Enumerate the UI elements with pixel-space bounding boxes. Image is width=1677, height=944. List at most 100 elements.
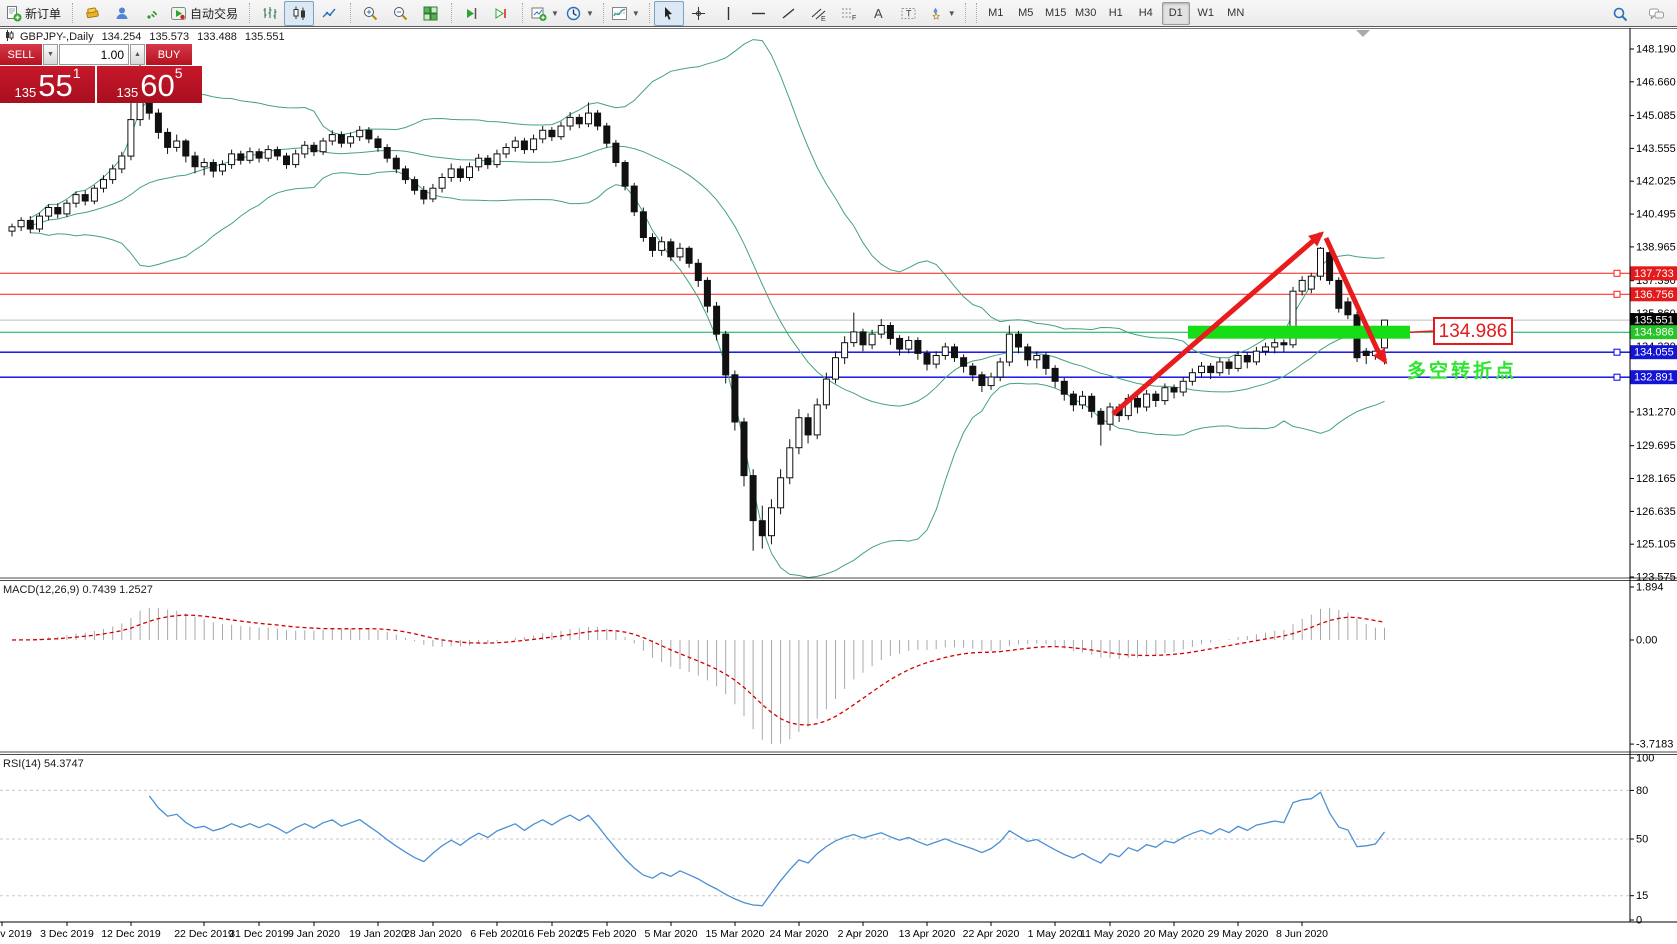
mini-candle-icon	[5, 30, 14, 44]
svg-text:13 Apr 2020: 13 Apr 2020	[899, 928, 956, 940]
indicator-box-icon	[611, 6, 627, 20]
ask-price-panel[interactable]: 135 60 5	[97, 66, 202, 103]
svg-text:126.635: 126.635	[1636, 506, 1676, 518]
dropdown-arrow-icon[interactable]: ▼	[586, 9, 594, 18]
ask-price-pip: 5	[174, 65, 183, 81]
timeframe-button-mn[interactable]: MN	[1222, 2, 1250, 25]
dropdown-arrow-icon[interactable]: ▼	[632, 9, 640, 18]
trendline-button[interactable]	[774, 1, 804, 26]
svg-text:134.986: 134.986	[1634, 327, 1674, 339]
svg-text:11 May 2020: 11 May 2020	[1080, 928, 1140, 940]
turning-point-note[interactable]: 多空转折点	[1407, 359, 1517, 382]
timeframe-button-d1[interactable]: D1	[1161, 1, 1190, 25]
timeframe-button-m30[interactable]: M30	[1072, 2, 1100, 25]
vline-button[interactable]	[714, 1, 744, 26]
toolbar-separator	[447, 3, 453, 23]
svg-text:16 Feb 2020: 16 Feb 2020	[523, 928, 582, 940]
svg-text:50: 50	[1636, 834, 1648, 846]
hline-button[interactable]	[744, 1, 774, 26]
market-button[interactable]	[77, 1, 107, 26]
fibonacci-button[interactable]: F	[834, 1, 864, 26]
timeframe-button-h4[interactable]: H4	[1132, 2, 1160, 25]
auto-scroll-button[interactable]	[486, 1, 516, 26]
timeframe-button-m15[interactable]: M15	[1042, 2, 1070, 25]
signals-button[interactable]	[137, 1, 167, 26]
dropdown-arrow-icon[interactable]: ▼	[551, 9, 559, 18]
auto-trading-button[interactable]: 自动交易	[167, 1, 243, 26]
svg-text:100: 100	[1636, 753, 1654, 765]
tile-windows-button[interactable]	[415, 1, 445, 26]
ask-price-base: 135	[116, 85, 139, 100]
zoom-out-button[interactable]	[385, 1, 415, 26]
svg-text:24 Nov 2019: 24 Nov 2019	[0, 928, 32, 940]
doc-plus-icon	[7, 5, 22, 21]
vline-icon	[728, 6, 730, 20]
support-zone-bar[interactable]	[1188, 325, 1410, 339]
cursor-button[interactable]	[653, 0, 684, 26]
volume-decrease-button[interactable]: ▼	[43, 44, 58, 65]
svg-text:-3.7183: -3.7183	[1636, 739, 1673, 751]
svg-text:128.165: 128.165	[1636, 473, 1676, 485]
shift-chart-button[interactable]	[456, 1, 486, 26]
label-button[interactable]: T	[894, 1, 924, 26]
timeframe-button-h1[interactable]: H1	[1102, 2, 1130, 25]
svg-text:15: 15	[1636, 890, 1648, 902]
new-chart-icon	[531, 7, 547, 21]
volume-increase-button[interactable]: ▲	[130, 44, 145, 65]
toolbar-separator	[961, 3, 966, 23]
timeframe-button-m1[interactable]: M1	[982, 2, 1010, 25]
hline-icon	[752, 12, 766, 14]
zoom-out-icon	[393, 6, 407, 20]
autotrade-icon	[171, 6, 187, 20]
bid-price-base: 135	[14, 85, 37, 100]
dropdown-arrow-icon[interactable]: ▼	[948, 9, 956, 18]
toolbar-buttons: 新订单 自动交易 ▼ ▼ ▼ E F A T ▼	[2, 0, 970, 26]
sell-button[interactable]: SELL	[0, 44, 42, 65]
svg-text:136.756: 136.756	[1634, 289, 1674, 301]
chart-area[interactable]: 134.986 多空转折点 1.894 0.00 -3.7183 100 80 50 15 0 14…	[0, 28, 1677, 944]
ohlc-open: 134.254	[101, 31, 142, 43]
auto-trading-button-label: 自动交易	[190, 6, 239, 21]
candle-chart-button[interactable]	[284, 0, 315, 26]
shift-chart-icon	[466, 7, 476, 19]
new-order-button[interactable]: 新订单	[2, 1, 66, 26]
buy-button[interactable]: BUY	[146, 44, 192, 65]
svg-text:F: F	[852, 15, 856, 22]
crosshair-button[interactable]	[684, 1, 714, 26]
svg-text:A: A	[874, 6, 883, 21]
bid-price-panel[interactable]: 135 55 1	[0, 66, 97, 103]
shapes-icon	[932, 7, 940, 20]
zoom-in-icon	[363, 6, 377, 20]
search-button[interactable]	[1605, 2, 1635, 27]
indicators-button[interactable]: ▼	[608, 1, 643, 26]
fibo-icon: F	[842, 8, 857, 22]
svg-text:0: 0	[1636, 915, 1642, 927]
toolbar-separator	[518, 3, 524, 23]
timeframe-button-m5[interactable]: M5	[1012, 2, 1040, 25]
svg-text:134.055: 134.055	[1634, 347, 1674, 359]
timeframe-button-w1[interactable]: W1	[1192, 2, 1220, 25]
line-chart-button[interactable]	[314, 1, 344, 26]
svg-text:28 Jan 2020: 28 Jan 2020	[404, 928, 462, 940]
macd-indicator-label: MACD(12,26,9) 0.7439 1.2527	[3, 584, 153, 596]
new-chart-button[interactable]: ▼	[527, 1, 562, 26]
volume-input[interactable]: 1.00	[59, 44, 129, 65]
text-button[interactable]: A	[864, 1, 894, 26]
bar-chart-button[interactable]	[254, 1, 284, 26]
price-chart[interactable]: 134.986多空转折点1.8940.00-3.7183100805015014…	[0, 28, 1677, 944]
shapes-button[interactable]: ▼	[924, 1, 959, 26]
channel-icon: E	[811, 8, 826, 22]
chat-button[interactable]	[1641, 2, 1671, 27]
main-toolbar: 新订单 自动交易 ▼ ▼ ▼ E F A T ▼ M1 M5 M15 M30 H1 H4 D1 W1 MN	[0, 0, 1677, 27]
one-click-trading-panel: SELL ▼ 1.00 ▲ BUY 135 55 1 135 60 5	[0, 44, 202, 103]
zoom-in-button[interactable]	[355, 1, 385, 26]
svg-text:123.575: 123.575	[1636, 572, 1676, 584]
svg-text:T: T	[906, 8, 912, 18]
svg-text:0.00: 0.00	[1636, 635, 1657, 647]
periods-button[interactable]: ▼	[562, 1, 597, 26]
channel-button[interactable]: E	[804, 1, 834, 26]
svg-text:1 May 2020: 1 May 2020	[1028, 928, 1083, 940]
trendline-icon	[782, 7, 795, 19]
svg-text:24 Mar 2020: 24 Mar 2020	[770, 928, 829, 940]
community-button[interactable]	[107, 1, 137, 26]
